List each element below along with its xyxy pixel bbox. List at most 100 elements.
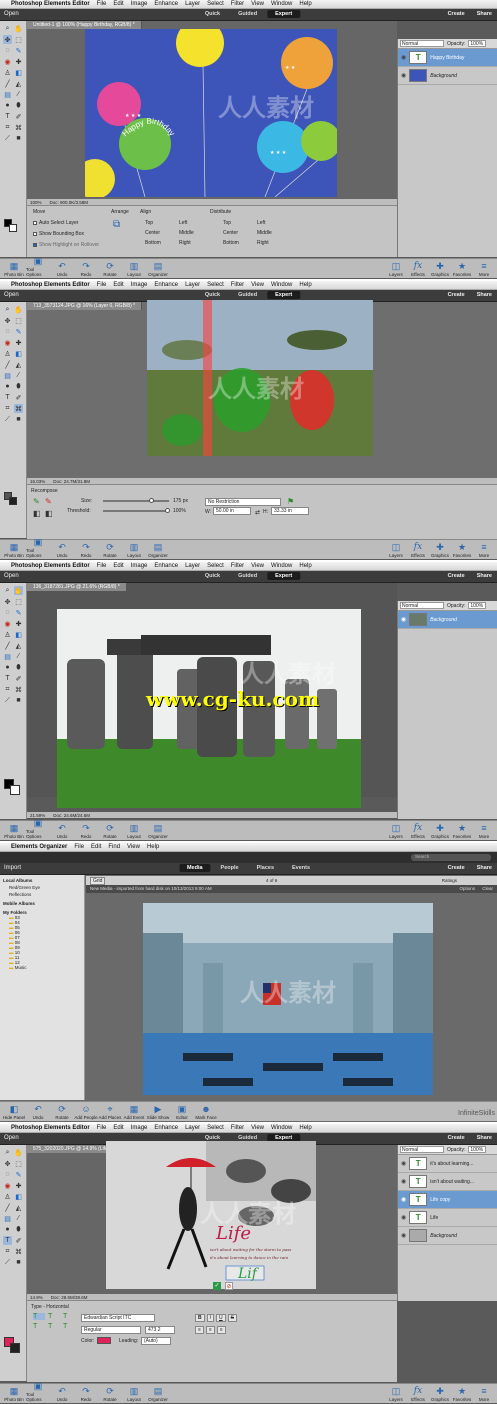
distribute-middle-button[interactable]: Middle: [257, 230, 291, 236]
menu-enhance[interactable]: Enhance: [154, 1125, 178, 1131]
app-name[interactable]: Photoshop Elements Editor: [11, 282, 90, 288]
crop-icon[interactable]: ⌗: [3, 123, 12, 132]
menu-view[interactable]: View: [251, 1125, 264, 1131]
open-button[interactable]: Open: [4, 573, 19, 579]
favorites-button[interactable]: ★ Favorites: [451, 823, 473, 839]
zoom-level[interactable]: 100%: [30, 200, 42, 205]
leading-select[interactable]: (Auto): [141, 1337, 171, 1345]
layout-button[interactable]: ▥ Layout: [122, 823, 146, 839]
ratio-select[interactable]: No Restriction: [205, 498, 281, 506]
tab-expert[interactable]: Expert: [267, 10, 301, 18]
tab-guided[interactable]: Guided: [230, 291, 265, 299]
app-name[interactable]: Photoshop Elements Editor: [11, 1125, 90, 1131]
bucket-icon[interactable]: ◭: [14, 641, 23, 650]
font-size-field[interactable]: 473.2: [145, 1326, 175, 1334]
menu-layer[interactable]: Layer: [185, 1125, 200, 1131]
gradient-icon[interactable]: ▤: [3, 1214, 12, 1223]
opacity-field[interactable]: 100%: [468, 602, 487, 609]
marquee-icon[interactable]: ⬚: [14, 35, 23, 44]
ratings-label[interactable]: Ratings: [442, 878, 457, 883]
type-vertical-icon[interactable]: T: [48, 1313, 60, 1320]
eye-icon[interactable]: ◉: [401, 54, 406, 61]
align-middle-button[interactable]: Middle: [179, 230, 213, 236]
slide-show-button[interactable]: ▶ Slide Show: [146, 1104, 170, 1120]
tool-options-button[interactable]: ▣ Tool Options: [26, 1381, 50, 1402]
rotate-button[interactable]: ⟳ Rotate: [98, 1386, 122, 1402]
menu-edit[interactable]: Edit: [113, 1, 123, 7]
zoom-icon[interactable]: ⌕: [3, 24, 12, 33]
canvas-line-text[interactable]: isn't about waiting for the storm to pas…: [210, 1247, 291, 1252]
quick-select-icon[interactable]: ✎: [14, 46, 23, 55]
blend-mode-select[interactable]: Normal: [400, 602, 444, 609]
undo-button[interactable]: ↶ Undo: [26, 1104, 50, 1120]
menu-view[interactable]: View: [127, 844, 140, 850]
zoom-icon[interactable]: ⌕: [3, 305, 12, 314]
menu-edit[interactable]: Edit: [91, 844, 101, 850]
remove-brush-icon[interactable]: ✎: [45, 497, 52, 506]
menu-filter[interactable]: Filter: [231, 1125, 244, 1131]
app-name[interactable]: Photoshop Elements Editor: [11, 563, 90, 569]
zoom-icon[interactable]: ⌕: [3, 1148, 12, 1157]
tab-places[interactable]: Places: [249, 864, 282, 872]
type-icon[interactable]: T: [3, 1236, 12, 1245]
zoom-icon[interactable]: ⌕: [3, 586, 12, 595]
crop-icon[interactable]: ⌗: [3, 1247, 12, 1256]
redo-button[interactable]: ↷ Redo: [74, 823, 98, 839]
favorites-button[interactable]: ★ Favorites: [451, 261, 473, 277]
red-eye-icon[interactable]: ◉: [3, 57, 12, 66]
tab-quick[interactable]: Quick: [197, 10, 228, 18]
align-right-button[interactable]: Right: [179, 240, 213, 246]
background-color[interactable]: [9, 497, 17, 505]
app-name[interactable]: Photoshop Elements Editor: [11, 1, 90, 7]
menu-layer[interactable]: Layer: [185, 282, 200, 288]
menu-file[interactable]: File: [74, 844, 84, 850]
menu-filter[interactable]: Filter: [231, 1, 244, 7]
effects-button[interactable]: fx Effects: [407, 1386, 429, 1402]
text-color-swatch[interactable]: [97, 1337, 111, 1344]
create-button[interactable]: Create: [448, 11, 465, 17]
type-mask-icon[interactable]: T: [63, 1313, 75, 1320]
layer-row[interactable]: ◉ Background: [398, 67, 497, 85]
menu-window[interactable]: Window: [271, 1, 292, 7]
recompose-icon[interactable]: ⌘: [14, 123, 23, 132]
commit-icon[interactable]: ✓: [213, 1282, 221, 1290]
effects-button[interactable]: fx Effects: [407, 261, 429, 277]
straighten-icon[interactable]: ⟋: [3, 1258, 12, 1267]
redo-button[interactable]: ↷ Redo: [74, 1386, 98, 1402]
layer-row[interactable]: ◉ T isn't about waiting...: [398, 1173, 497, 1191]
eraser-icon[interactable]: ◧: [14, 349, 23, 358]
swap-icon[interactable]: ⇄: [255, 509, 260, 516]
more-button[interactable]: ≡ More: [473, 261, 495, 277]
canvas-line2-text[interactable]: it's about learning to dance in the rain: [210, 1255, 289, 1260]
distribute-bottom-button[interactable]: Bottom: [223, 240, 257, 246]
threshold-value[interactable]: 100%: [173, 508, 186, 514]
menu-enhance[interactable]: Enhance: [154, 282, 178, 288]
quick-select-icon[interactable]: ✎: [14, 1170, 23, 1179]
menu-edit[interactable]: Edit: [113, 1125, 123, 1131]
share-button[interactable]: Share: [477, 11, 492, 17]
marquee-icon[interactable]: ⬚: [14, 597, 23, 606]
add-people-button[interactable]: ☺ Add People: [74, 1104, 98, 1120]
menu-window[interactable]: Window: [271, 282, 292, 288]
type-on-selection-icon[interactable]: T: [63, 1323, 75, 1330]
import-button[interactable]: Import: [4, 865, 21, 871]
blend-mode-select[interactable]: Normal: [400, 40, 444, 47]
menu-filter[interactable]: Filter: [231, 563, 244, 569]
red-eye-icon[interactable]: ◉: [3, 619, 12, 628]
font-style-select[interactable]: Regular: [81, 1326, 141, 1334]
album-item[interactable]: Red/Green Eye: [3, 885, 81, 890]
menu-layer[interactable]: Layer: [185, 1, 200, 7]
size-slider[interactable]: [103, 498, 169, 503]
spot-heal-icon[interactable]: ✚: [14, 57, 23, 66]
tool-options-button[interactable]: ▣ Tool Options: [26, 537, 50, 558]
hand-icon[interactable]: ✋: [14, 305, 23, 314]
sponge-icon[interactable]: ⬮: [14, 663, 23, 672]
lasso-icon[interactable]: ◌: [3, 327, 12, 336]
graphics-button[interactable]: ✚ Graphics: [429, 542, 451, 558]
sponge-icon[interactable]: ⬮: [14, 382, 23, 391]
red-eye-icon[interactable]: ◉: [3, 338, 12, 347]
hand-icon[interactable]: ✋: [14, 1148, 23, 1157]
eyedropper-icon[interactable]: ⁄: [14, 371, 23, 380]
create-button[interactable]: Create: [448, 292, 465, 298]
layers-button[interactable]: ◫ Layers: [385, 261, 407, 277]
